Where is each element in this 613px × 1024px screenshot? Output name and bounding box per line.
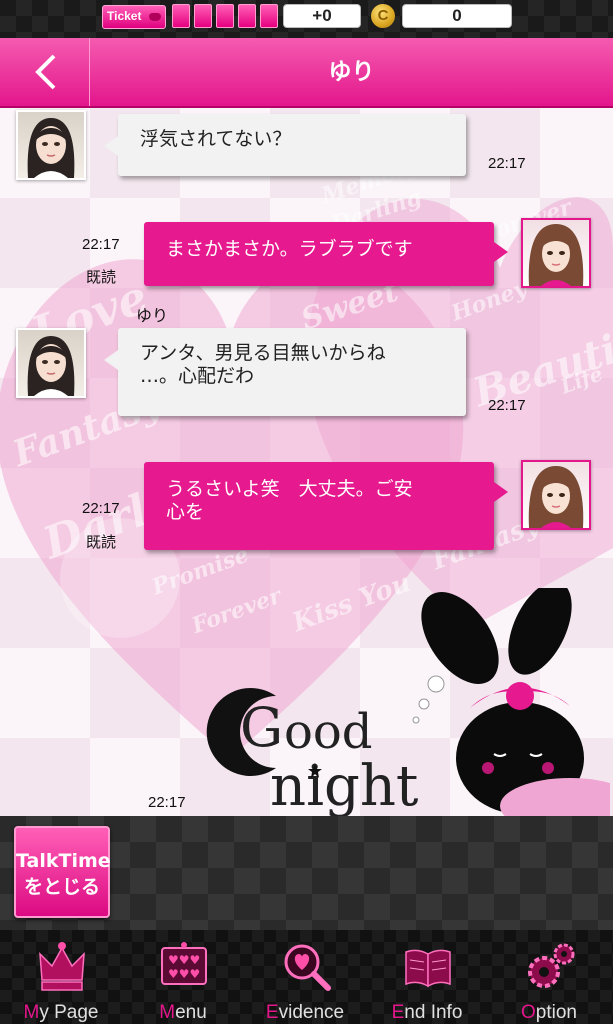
ticket-badge: Ticket [102,5,166,29]
goodnight-stamp[interactable]: G ood night [200,588,613,816]
gears-icon [528,943,575,988]
nav-item-option[interactable]: Option [488,930,610,1024]
page-title: ゆり [328,59,375,85]
avatar-me[interactable] [521,460,591,530]
stamp-text: G [240,696,284,759]
message-text: 心を [166,500,205,523]
ticket-slot [238,4,256,28]
avatar-yuri[interactable] [16,328,86,398]
message-time: 22:17 [82,236,120,253]
ticket-label: Ticket [107,9,142,23]
woman-portrait-icon [27,118,75,178]
menu-hearts-icon: ♥♥♥ ♥♥♥ [161,942,207,985]
ticket-slot [172,4,190,28]
coin-counter: 0 [402,4,512,28]
chevron-left-icon [34,54,55,90]
ticket-slot [260,4,278,28]
back-button[interactable] [0,38,90,106]
bottom-nav: My Page ♥♥♥ ♥♥♥ Menu Evidence End Info O… [0,930,613,1024]
nav-label: My Page [23,1002,99,1023]
message-time: 22:17 [488,155,526,172]
coin-icon: C [371,4,395,28]
button-label: TalkTime [16,850,111,872]
stamp-text: night [270,754,419,816]
chat-header: ゆり [0,38,613,108]
nav-label: Evidence [265,1002,345,1023]
crown-icon [39,942,85,991]
ticket-slot [216,4,234,28]
nav-label: End Info [391,1002,463,1023]
message-time: 22:17 [82,500,120,517]
read-receipt: 既読 [86,533,117,551]
nav-item-evidence[interactable]: Evidence [244,930,366,1024]
nav-item-my-page[interactable]: My Page [0,930,122,1024]
read-receipt: 既読 [86,268,117,286]
avatar-me[interactable] [521,218,591,288]
avatar-yuri[interactable] [16,110,86,180]
lips-icon [149,13,161,21]
book-icon [405,949,451,988]
chat-area[interactable]: Love Memory Darling Forever Beautiful Sw… [0,108,613,816]
woman-portrait-icon [528,224,584,286]
message-text: アンタ、男見る目無いからね [140,342,386,364]
sender-name: ゆり [136,306,169,325]
message-time: 22:17 [148,794,186,811]
magnifier-heart-icon [284,944,331,991]
woman-portrait-icon [528,466,584,528]
svg-text:♥♥♥: ♥♥♥ [168,953,200,967]
star-icon [308,764,322,778]
message-time: 22:17 [488,397,526,414]
message-text: 浮気されてない？ [140,128,292,150]
woman-portrait-icon [27,336,75,396]
message-text: うるさいよ笑 大丈夫。ご安 [166,478,413,500]
message-text: …。心配だわ [140,364,255,387]
message-bubble-outgoing[interactable]: うるさいよ笑 大丈夫。ご安 心を [144,462,508,550]
close-talktime-button[interactable]: TalkTime をとじる [14,826,111,918]
message-bubble-incoming[interactable]: アンタ、男見る目無いからね …。心配だわ [104,328,466,416]
button-label: をとじる [23,876,100,898]
message-text: まさかまさか。ラブラブです [166,238,413,260]
message-bubble-incoming[interactable]: 浮気されてない？ [104,114,466,176]
nav-item-end-info[interactable]: End Info [366,930,488,1024]
status-bar: Ticket +0 C 0 [0,0,613,38]
nav-item-menu[interactable]: ♥♥♥ ♥♥♥ Menu [122,930,244,1024]
ticket-slot [194,4,212,28]
black-bunny-icon [412,588,610,816]
nav-label: Option [521,1002,577,1023]
ticket-change-counter: +0 [283,4,361,28]
message-bubble-outgoing[interactable]: まさかまさか。ラブラブです [144,222,508,286]
svg-text:♥♥♥: ♥♥♥ [168,967,200,981]
controls-bar: TalkTime をとじる [0,816,613,930]
nav-label: Menu [159,1002,207,1023]
stamp-text: ood [284,704,373,760]
